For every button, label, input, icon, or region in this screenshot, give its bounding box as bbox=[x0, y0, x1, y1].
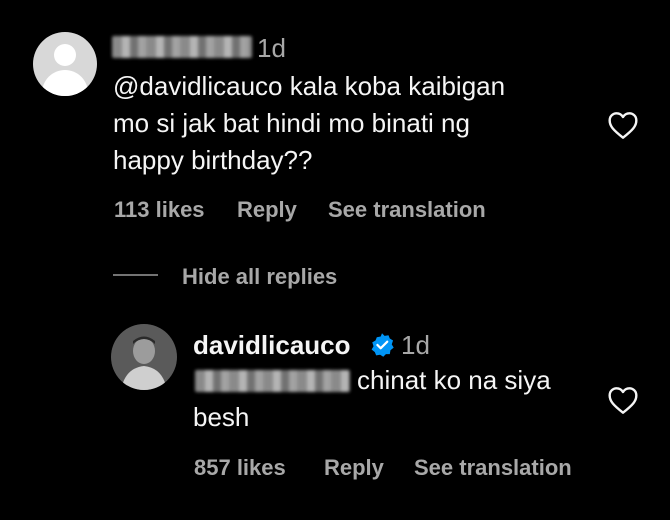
default-avatar-icon bbox=[54, 44, 76, 66]
reply-username[interactable]: davidlicauco bbox=[193, 330, 351, 361]
reply-see-translation[interactable]: See translation bbox=[414, 455, 572, 481]
comment-line-2: mo si jak bat hindi mo binati ng bbox=[113, 108, 470, 138]
comment-line-3: happy birthday?? bbox=[113, 145, 313, 175]
reply-text-line-1: chinat ko na siya bbox=[357, 365, 551, 395]
comment-line-1: @davidlicauco kala koba kaibigan bbox=[113, 71, 506, 101]
reply-avatar[interactable] bbox=[111, 324, 177, 390]
reply-like-count[interactable]: 857 likes bbox=[194, 455, 286, 481]
comment-like-count[interactable]: 113 likes bbox=[114, 197, 205, 223]
replies-divider bbox=[113, 274, 158, 276]
verified-badge-icon bbox=[371, 333, 394, 357]
reply-timestamp: 1d bbox=[401, 330, 430, 360]
comment-see-translation[interactable]: See translation bbox=[328, 197, 486, 223]
hide-replies-button[interactable]: Hide all replies bbox=[182, 264, 337, 290]
reply-reply-button[interactable]: Reply bbox=[324, 455, 384, 481]
redacted-mention bbox=[195, 370, 350, 392]
heart-icon[interactable] bbox=[607, 385, 639, 415]
commenter-avatar[interactable] bbox=[33, 32, 97, 96]
comment-text: @davidlicauco kala koba kaibigan mo si j… bbox=[113, 68, 583, 179]
comment-timestamp: 1d bbox=[257, 33, 286, 63]
redacted-username bbox=[112, 36, 252, 58]
avatar-photo-icon bbox=[111, 324, 177, 390]
reply-text-line-2: besh bbox=[193, 402, 250, 432]
heart-icon[interactable] bbox=[607, 110, 639, 140]
comment-reply-button[interactable]: Reply bbox=[237, 197, 297, 223]
